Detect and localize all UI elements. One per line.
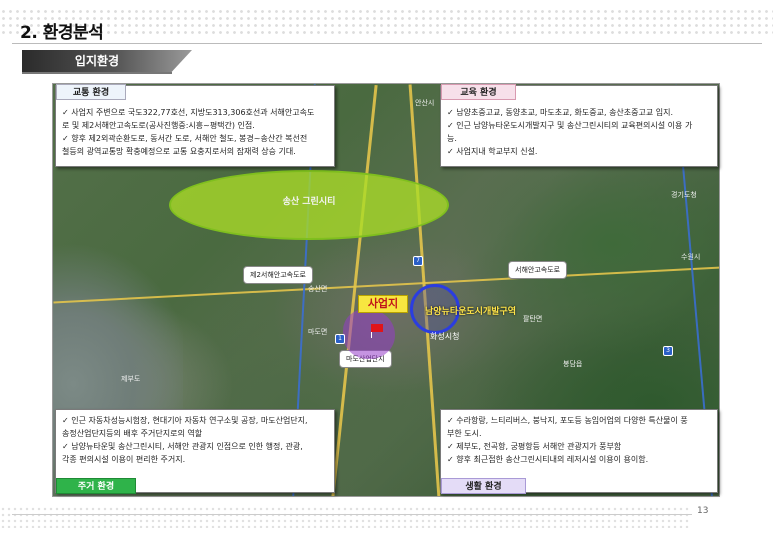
route-marker-icon: 7	[413, 256, 423, 266]
map-place-label: 경기도청	[671, 191, 697, 199]
map-place-label: 봉담읍	[563, 360, 583, 368]
route-marker-icon: 3	[663, 346, 673, 356]
subheading-label: 입지환경	[74, 54, 120, 68]
traffic-line: 철등의 광역교통망 확충예정으로 교통 요충지로서의 잠재력 상승 기대.	[62, 147, 296, 156]
living-line: ✓ 수라항랑, 느티리버스, 붕낙지, 포도등 농임어업의 다양한 특산물이 풍	[447, 416, 688, 425]
education-line: 능.	[447, 134, 457, 143]
title-divider	[12, 43, 762, 44]
map-place-label: 안산시	[415, 99, 435, 107]
route-marker-icon: 1	[335, 334, 345, 344]
residential-line: 송정산업단지등의 배후 주거단지로의 역할	[62, 429, 203, 438]
residential-line: ✓ 인근 자동차성능시험장, 현대기아 자동차 연구소및 공장, 마도산업단지,	[62, 416, 308, 425]
site-label: 사업지	[358, 295, 408, 313]
education-line: ✓ 사업지내 학교부지 신설.	[447, 147, 538, 156]
subheading-bar: 입지환경	[22, 50, 192, 72]
page-title: 2. 환경분석	[20, 23, 104, 43]
map-place-label: 수원시	[681, 253, 701, 261]
callout-2nd-west-coast-expressway: 제2서해안고속도로	[243, 266, 313, 284]
education-line: ✓ 남양초중고교, 동양초교, 마도초교, 화도중교, 송산초중고교 입지.	[447, 108, 674, 117]
site-flag-icon	[371, 324, 383, 332]
residential-environment-tag: 주거 환경	[56, 478, 136, 494]
map-place-label: 마도면	[308, 328, 328, 336]
newtown-label: 남양뉴타운도시개발구역	[425, 307, 517, 317]
living-line: 부한 도시.	[447, 429, 482, 438]
subheading-underline	[22, 72, 172, 74]
header-decoration	[0, 8, 773, 38]
living-line: ✓ 제부도, 전곡항, 궁평항등 서해안 관광지가 풍부함	[447, 442, 622, 451]
living-environment-tag: 생활 환경	[441, 478, 526, 494]
footer-divider	[12, 514, 692, 515]
residential-line: ✓ 남양뉴타운및 송산그린시티, 서해안 관광지 인접으로 인한 행정, 관광,	[62, 442, 303, 451]
map-place-label: 제부도	[121, 375, 141, 383]
hwaseong-cityhall-label: 화성시청	[430, 332, 460, 341]
traffic-line: ✓ 사업지 주변으로 국도322,77호선, 지방도313,306호선과 서해안…	[62, 108, 315, 117]
map-place-label: 팔탄면	[523, 315, 543, 323]
traffic-line: ✓ 향후 제2외곽순환도로, 동서간 도로, 서해안 철도, 봉경~송산간 복선…	[62, 134, 308, 143]
footer-decoration	[0, 506, 690, 528]
page-number: 13	[697, 506, 709, 516]
callout-west-coast-expressway: 서해안고속도로	[508, 261, 568, 279]
education-environment-tag: 교육 환경	[441, 84, 516, 100]
traffic-line: 로 및 제2서해안고속도로(공사진행중:시흥~평택간) 인접.	[62, 121, 255, 130]
highway-line	[331, 84, 378, 496]
map-place-label: 송산면	[308, 285, 328, 293]
traffic-environment-tag: 교통 환경	[56, 84, 126, 100]
living-line: ✓ 향후 최근접한 송산그린시티내의 레저시설 이용이 용이함.	[447, 455, 649, 464]
songsan-greencity-label: 송산 그린시티	[282, 197, 336, 207]
residential-line: 각종 편의시설 이용이 편리한 주거지.	[62, 455, 186, 464]
education-line: ✓ 인근 남양뉴타운도시개발지구 및 송산그린시티의 교육편의시설 이용 가	[447, 121, 693, 130]
site-boundary	[343, 309, 395, 359]
